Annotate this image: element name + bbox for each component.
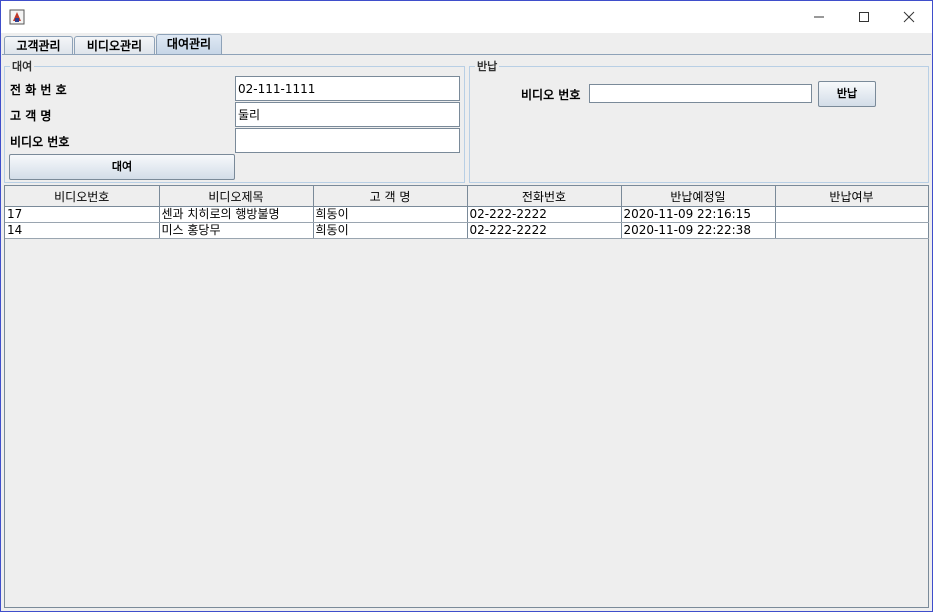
cell-phone[interactable]: 02-222-2222	[467, 206, 622, 223]
rental-video-number-input[interactable]	[235, 128, 460, 153]
customer-name-input[interactable]	[235, 102, 460, 127]
tab-bar: 고객관리 비디오관리 대여관리	[1, 33, 932, 55]
cell-customer-name[interactable]: 희동이	[313, 222, 468, 239]
cell-returned[interactable]	[775, 206, 929, 223]
column-header-due-date[interactable]: 반납예정일	[621, 186, 776, 207]
rental-group-title: 대여	[10, 60, 35, 73]
column-header-video-title[interactable]: 비디오제목	[159, 186, 314, 207]
close-icon	[903, 11, 915, 23]
column-header-video-number[interactable]: 비디오번호	[5, 186, 160, 207]
rental-table: 비디오번호 비디오제목 고 객 명 전화번호 반납예정일 반납여부 17 센과 …	[5, 186, 929, 239]
cell-video-number[interactable]: 14	[5, 222, 160, 239]
close-button[interactable]	[886, 1, 932, 33]
table-header-row: 비디오번호 비디오제목 고 객 명 전화번호 반납예정일 반납여부	[5, 186, 929, 207]
minimize-button[interactable]	[796, 1, 842, 33]
tab-customer[interactable]: 고객관리	[4, 36, 73, 54]
rental-video-number-label: 비디오 번호	[10, 135, 70, 149]
column-header-returned[interactable]: 반납여부	[775, 186, 929, 207]
tab-rental[interactable]: 대여관리	[156, 34, 222, 55]
cell-due-date[interactable]: 2020-11-09 22:22:38	[621, 222, 776, 239]
cell-video-number[interactable]: 17	[5, 206, 160, 223]
column-header-phone[interactable]: 전화번호	[467, 186, 622, 207]
phone-input[interactable]	[235, 76, 460, 101]
return-button[interactable]: 반납	[818, 81, 876, 107]
java-app-icon	[9, 9, 25, 25]
minimize-icon	[814, 16, 824, 18]
cell-customer-name[interactable]: 희동이	[313, 206, 468, 223]
app-window: 고객관리 비디오관리 대여관리 대여 전 화 번 호 고 객 명 비디오 번호 …	[0, 0, 933, 612]
cell-due-date[interactable]: 2020-11-09 22:16:15	[621, 206, 776, 223]
cell-video-title[interactable]: 미스 홍당무	[159, 222, 314, 239]
rent-button[interactable]: 대여	[9, 154, 235, 180]
cell-phone[interactable]: 02-222-2222	[467, 222, 622, 239]
rental-table-scrollpane[interactable]: 비디오번호 비디오제목 고 객 명 전화번호 반납예정일 반납여부 17 센과 …	[4, 185, 929, 608]
tab-divider	[2, 54, 931, 55]
phone-label: 전 화 번 호	[10, 83, 67, 97]
maximize-icon	[859, 12, 869, 22]
title-bar	[1, 1, 932, 33]
return-video-number-input[interactable]	[589, 84, 812, 103]
column-header-customer-name[interactable]: 고 객 명	[313, 186, 468, 207]
customer-name-label: 고 객 명	[10, 109, 52, 123]
maximize-button[interactable]	[841, 1, 887, 33]
cell-video-title[interactable]: 센과 치히로의 행방불명	[159, 206, 314, 223]
return-video-number-label: 비디오 번호	[521, 88, 581, 102]
table-row[interactable]: 17 센과 치히로의 행방불명 희동이 02-222-2222 2020-11-…	[5, 206, 929, 223]
cell-returned[interactable]	[775, 222, 929, 239]
table-row[interactable]: 14 미스 홍당무 희동이 02-222-2222 2020-11-09 22:…	[5, 222, 929, 239]
return-group-title: 반납	[475, 60, 500, 73]
tab-video[interactable]: 비디오관리	[74, 36, 155, 54]
